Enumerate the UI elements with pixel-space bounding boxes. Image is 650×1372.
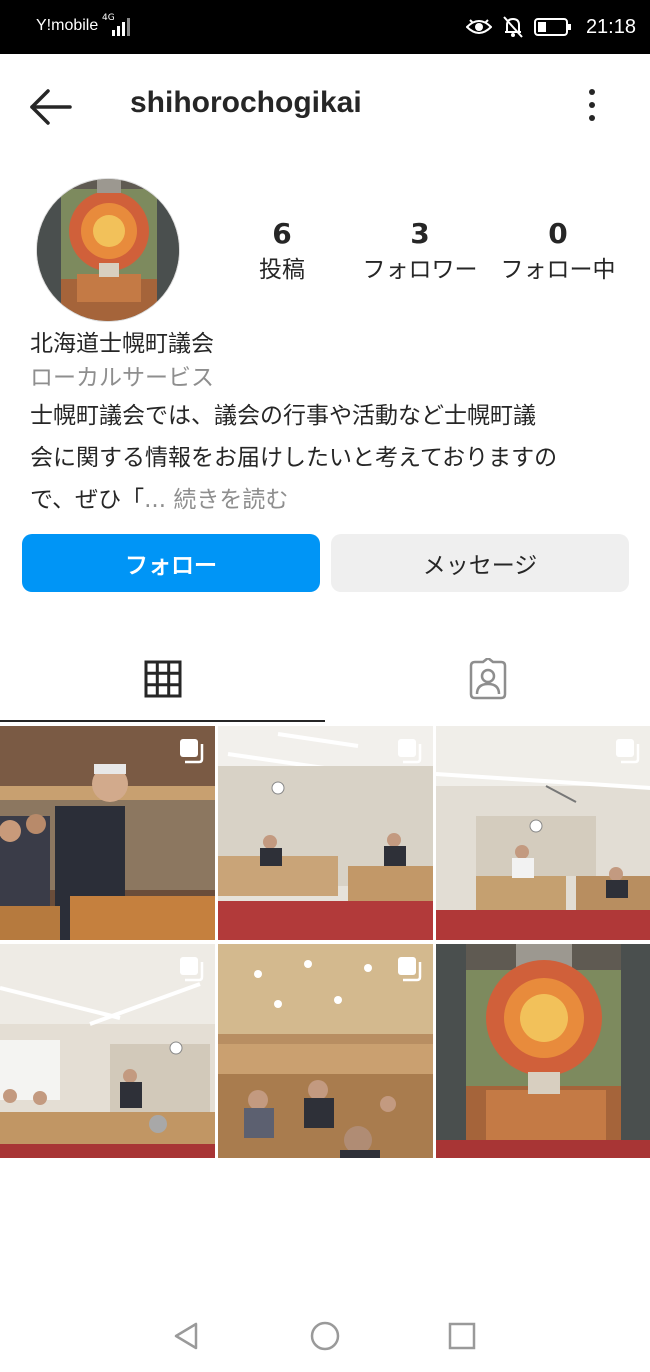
- multiple-photos-icon: [398, 739, 422, 764]
- posts-count-label: 投稿: [259, 257, 305, 283]
- posts-grid: [0, 726, 650, 1158]
- status-bar: Y!mobile 4G 21:18: [0, 0, 650, 54]
- carrier-label: Y!mobile: [36, 17, 99, 34]
- multiple-photos-icon: [398, 957, 422, 982]
- bio-line: で、ぜひ「... 続きを読む: [30, 479, 630, 521]
- more-vertical-icon[interactable]: [580, 86, 604, 126]
- profile-header: shihorochogikai: [0, 54, 650, 158]
- avatar-image: [37, 179, 179, 321]
- back-arrow-icon[interactable]: [28, 84, 74, 130]
- followers-count-label: フォロワー: [362, 257, 478, 283]
- message-button[interactable]: メッセージ: [331, 534, 629, 592]
- tab-tagged[interactable]: [325, 636, 650, 722]
- post-thumbnail[interactable]: [436, 944, 650, 1158]
- followers-count[interactable]: 3 フォロワー: [350, 216, 490, 286]
- post-thumbnail[interactable]: [218, 726, 433, 940]
- profile-avatar[interactable]: [36, 178, 180, 322]
- bio-line-text: で、ぜひ「: [30, 487, 145, 513]
- following-count-value: 0: [548, 217, 568, 250]
- post-image: [436, 944, 650, 1158]
- post-thumbnail[interactable]: [0, 944, 215, 1158]
- follow-button[interactable]: フォロー: [22, 534, 320, 592]
- multiple-photos-icon: [616, 739, 640, 764]
- clock: 21:18: [585, 15, 636, 38]
- bio-line: 士幌町議会では、議会の行事や活動など士幌町議: [30, 403, 536, 429]
- grid-icon: [144, 660, 181, 698]
- eye-icon: [465, 19, 492, 34]
- notifications-off-icon: [503, 16, 523, 38]
- active-tab-indicator: [0, 720, 325, 722]
- system-nav-bar: [0, 1296, 650, 1372]
- profile-category: ローカルサービス: [30, 365, 214, 391]
- posts-count[interactable]: 6 投稿: [232, 216, 332, 286]
- following-count[interactable]: 0 フォロー中: [494, 216, 622, 286]
- post-thumbnail[interactable]: [218, 944, 433, 1158]
- bio-line: 会に関する情報をお届けしたいと考えておりますの: [30, 445, 558, 471]
- tab-posts-grid[interactable]: [0, 636, 325, 722]
- nav-recents-icon[interactable]: [442, 1316, 482, 1356]
- username-title: shihorochogikai: [130, 86, 362, 119]
- tagged-person-icon: [469, 658, 506, 700]
- profile-name: 北海道士幌町議会: [30, 331, 214, 357]
- profile-bio: 士幌町議会では、議会の行事や活動など士幌町議 会に関する情報をお届けしたいと考え…: [30, 395, 630, 521]
- signal-icon: [112, 18, 130, 36]
- read-more-link[interactable]: ... 続きを読む: [144, 487, 288, 513]
- multiple-photos-icon: [180, 739, 204, 764]
- nav-back-icon[interactable]: [166, 1316, 206, 1356]
- post-thumbnail[interactable]: [0, 726, 215, 940]
- followers-count-value: 3: [410, 217, 430, 250]
- following-count-label: フォロー中: [500, 257, 616, 283]
- post-thumbnail[interactable]: [436, 726, 650, 940]
- profile-tabs: [0, 636, 650, 722]
- multiple-photos-icon: [180, 957, 204, 982]
- posts-count-value: 6: [272, 217, 292, 250]
- nav-home-icon[interactable]: [305, 1316, 345, 1356]
- battery-icon: [533, 18, 571, 36]
